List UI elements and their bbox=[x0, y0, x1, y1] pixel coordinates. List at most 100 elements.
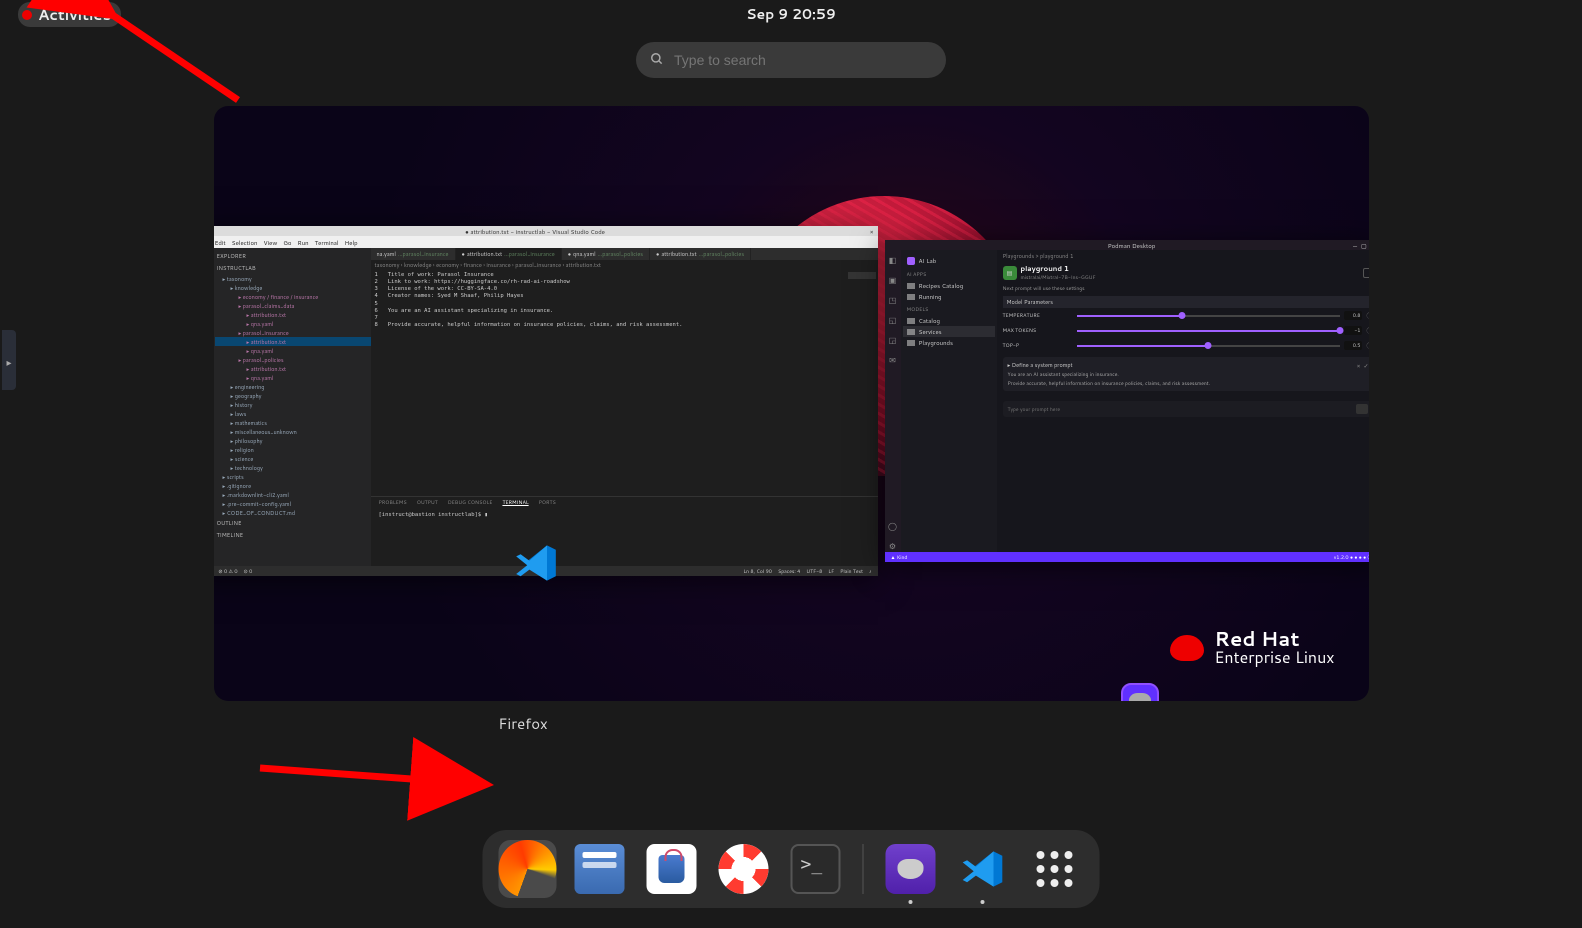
status-item[interactable]: ⊙ 0 bbox=[244, 568, 253, 575]
tree-item[interactable]: ▸ .pre-commit-config.yaml bbox=[215, 499, 371, 508]
tree-item[interactable]: ▸ parasol_policies bbox=[215, 355, 371, 364]
breadcrumb[interactable]: taxonomy › knowledge › economy › finance… bbox=[371, 260, 878, 270]
tree-item[interactable]: ▸ parasol_claims_data bbox=[215, 301, 371, 310]
volumes-icon[interactable]: ◲ bbox=[889, 334, 897, 346]
tree-item[interactable]: ▸ parasol_insurance bbox=[215, 328, 371, 337]
tree-item[interactable]: ▸ religion bbox=[215, 445, 371, 454]
menu-help[interactable]: Help bbox=[345, 238, 358, 247]
panel-tab[interactable]: PROBLEMS bbox=[379, 499, 407, 506]
tree-item[interactable]: ▸ attribution.txt bbox=[215, 337, 371, 346]
menu-edit[interactable]: Edit bbox=[215, 238, 226, 247]
info-icon[interactable]: ⓘ bbox=[1366, 326, 1368, 335]
close-icon[interactable]: × bbox=[1357, 361, 1361, 370]
sidebar-item[interactable]: Catalog bbox=[903, 315, 995, 326]
sidebar-item[interactable]: Playgrounds bbox=[903, 337, 995, 348]
menu-selection[interactable]: Selection bbox=[232, 238, 258, 247]
ailab-icon[interactable]: ✉ bbox=[889, 354, 896, 366]
sidebar-item[interactable]: Services bbox=[903, 326, 995, 337]
tree-item[interactable]: ▸ scripts bbox=[215, 472, 371, 481]
tree-item[interactable]: ▸ mathematics bbox=[215, 418, 371, 427]
close-icon[interactable]: × bbox=[870, 227, 874, 236]
account-icon[interactable]: ◯ bbox=[888, 520, 897, 532]
activities-button[interactable]: Activities bbox=[18, 2, 121, 27]
settings-icon[interactable]: ⚙ bbox=[889, 540, 896, 552]
info-icon[interactable]: ⓘ bbox=[1366, 341, 1368, 350]
status-item[interactable]: Spaces: 4 bbox=[778, 568, 800, 575]
outline-section[interactable]: OUTLINE bbox=[214, 517, 371, 529]
prompt-input[interactable]: Type your prompt here bbox=[1003, 401, 1369, 417]
dash-app-firefox[interactable] bbox=[499, 840, 557, 898]
vscode-menubar[interactable]: File Edit Selection View Go Run Terminal… bbox=[214, 236, 878, 248]
editor-tab[interactable]: na.yaml ...parasol_insurance bbox=[371, 248, 456, 260]
status-item[interactable]: ♪ bbox=[869, 568, 872, 575]
maximize-icon[interactable]: ▢ bbox=[1361, 241, 1367, 250]
tree-item[interactable]: ▸ economy / finance / insurance bbox=[215, 292, 371, 301]
tree-item[interactable]: ▸ science bbox=[215, 454, 371, 463]
dashboard-icon[interactable]: ◧ bbox=[889, 254, 897, 266]
tree-item[interactable]: ▸ .markdownlint-cli2.yaml bbox=[215, 490, 371, 499]
tree-item[interactable]: ▸ attribution.txt bbox=[215, 310, 371, 319]
podman-titlebar[interactable]: Podman Desktop — ▢ × bbox=[885, 240, 1369, 250]
panel-tab[interactable]: TERMINAL bbox=[502, 499, 528, 506]
slider[interactable] bbox=[1077, 330, 1341, 332]
slider[interactable] bbox=[1077, 315, 1341, 317]
system-prompt-box[interactable]: ×✓ ▸ Define a system prompt You are an A… bbox=[1003, 357, 1369, 391]
images-icon[interactable]: ◳ bbox=[889, 294, 897, 306]
workspace-thumbnail[interactable]: Red Hat Enterprise Linux ● attribution.t… bbox=[214, 106, 1369, 701]
param-value[interactable]: 0.8 bbox=[1344, 311, 1362, 320]
podman-sidebar[interactable]: AI Lab AI APPSRecipes CatalogRunningMODE… bbox=[901, 250, 997, 552]
pods-icon[interactable]: ◱ bbox=[889, 314, 897, 326]
search-box[interactable] bbox=[636, 42, 946, 78]
status-left[interactable]: ▲ Kind bbox=[891, 554, 908, 561]
panel-tab[interactable]: PORTS bbox=[539, 499, 556, 506]
vscode-panel[interactable]: PROBLEMSOUTPUTDEBUG CONSOLETERMINALPORTS… bbox=[371, 496, 878, 566]
root-folder[interactable]: INSTRUCTLAB bbox=[214, 262, 371, 274]
tree-item[interactable]: ▸ taxonomy bbox=[215, 274, 371, 283]
dash-show-applications[interactable] bbox=[1030, 844, 1080, 894]
vscode-sidebar[interactable]: EXPLORER INSTRUCTLAB ▸ taxonomy▸ knowled… bbox=[214, 248, 371, 566]
param-value[interactable]: 0.5 bbox=[1344, 341, 1362, 350]
terminal[interactable]: [instruct@bastion instructlab]$ ▮ bbox=[371, 508, 878, 522]
minimap[interactable] bbox=[848, 272, 876, 286]
panel-tab[interactable]: OUTPUT bbox=[417, 499, 438, 506]
tree-item[interactable]: ▸ history bbox=[215, 400, 371, 409]
panel-tabs[interactable]: PROBLEMSOUTPUTDEBUG CONSOLETERMINALPORTS bbox=[371, 497, 878, 508]
send-button[interactable] bbox=[1356, 404, 1368, 414]
tree-item[interactable]: ▸ miscellaneous_unknown bbox=[215, 427, 371, 436]
param-value[interactable]: -1 bbox=[1344, 326, 1362, 335]
file-tree[interactable]: ▸ taxonomy▸ knowledge▸ economy / finance… bbox=[214, 274, 371, 517]
info-icon[interactable]: ⓘ bbox=[1366, 311, 1368, 320]
containers-icon[interactable]: ▣ bbox=[889, 274, 897, 286]
dash-app-help[interactable] bbox=[719, 844, 769, 894]
status-item[interactable]: LF bbox=[828, 568, 834, 575]
dash[interactable] bbox=[483, 830, 1100, 908]
check-icon[interactable]: ✓ bbox=[1363, 361, 1368, 370]
menu-run[interactable]: Run bbox=[297, 238, 308, 247]
menu-view[interactable]: View bbox=[263, 238, 277, 247]
tree-item[interactable]: ▸ CODE_OF_CONDUCT.md bbox=[215, 508, 371, 517]
vscode-tabs[interactable]: na.yaml ...parasol_insurance● attributio… bbox=[371, 248, 878, 260]
dash-app-vscode[interactable] bbox=[958, 844, 1008, 894]
tree-item[interactable]: ▸ laws bbox=[215, 409, 371, 418]
delete-button[interactable] bbox=[1363, 268, 1369, 278]
code-editor[interactable]: 1 Title of work: Parasol Insurance 2 Lin… bbox=[371, 270, 878, 496]
clock[interactable]: Sep 9 20:59 bbox=[746, 4, 836, 24]
tree-item[interactable]: ▸ technology bbox=[215, 463, 371, 472]
dash-app-software[interactable] bbox=[647, 844, 697, 894]
tree-item[interactable]: ▸ qna.yaml bbox=[215, 373, 371, 382]
minimize-icon[interactable]: — bbox=[1353, 241, 1357, 250]
tree-item[interactable]: ▸ knowledge bbox=[215, 283, 371, 292]
tree-item[interactable]: ▸ geography bbox=[215, 391, 371, 400]
tree-item[interactable]: ▸ engineering bbox=[215, 382, 371, 391]
status-item[interactable]: Plain Text bbox=[840, 568, 863, 575]
editor-tab[interactable]: ● qna.yaml ...parasol_policies bbox=[562, 248, 650, 260]
timeline-section[interactable]: TIMELINE bbox=[214, 529, 371, 541]
status-item[interactable]: Ln 8, Col 90 bbox=[743, 568, 772, 575]
editor-tab[interactable]: ● attribution.txt ...parasol_insurance bbox=[456, 248, 562, 260]
menu-go[interactable]: Go bbox=[283, 238, 291, 247]
sidebar-item[interactable]: Recipes Catalog bbox=[903, 280, 995, 291]
sidebar-item[interactable]: Running bbox=[903, 291, 995, 302]
tree-item[interactable]: ▸ philosophy bbox=[215, 436, 371, 445]
podman-activitybar[interactable]: ◧ ▣ ◳ ◱ ◲ ✉ ◯ ⚙ bbox=[885, 250, 901, 552]
tree-item[interactable]: ▸ qna.yaml bbox=[215, 319, 371, 328]
